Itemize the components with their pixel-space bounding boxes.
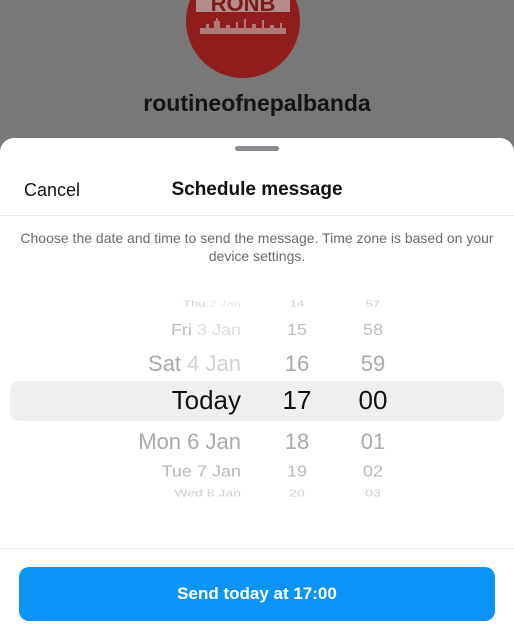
date-option[interactable]: Fri 3 Jan	[60, 322, 241, 340]
minute-option[interactable]: 58	[346, 322, 400, 340]
date-time-picker[interactable]: Thu 2 Jan Fri 3 Jan Sat 4 Jan Today Mon …	[0, 288, 514, 508]
date-option[interactable]: Mon 6 Jan	[60, 429, 241, 455]
date-option[interactable]: Sat 4 Jan	[60, 351, 241, 377]
ronb-logo: RONB	[186, 0, 300, 78]
footer-divider	[0, 548, 514, 549]
hour-option[interactable]: 19	[270, 462, 324, 480]
send-scheduled-button[interactable]: Send today at 17:00	[19, 567, 495, 621]
date-option-selected[interactable]: Today	[60, 385, 241, 416]
date-option[interactable]: Wed 8 Jan	[60, 487, 241, 499]
logo-text: RONB	[210, 0, 276, 16]
hour-option[interactable]: 18	[270, 429, 324, 455]
hour-option[interactable]: 15	[270, 322, 324, 340]
hour-option[interactable]: 16	[270, 351, 324, 377]
date-option[interactable]: Thu 2 Jan	[60, 299, 241, 308]
sheet-description: Choose the date and time to send the mes…	[20, 230, 494, 264]
drag-handle[interactable]	[235, 146, 279, 151]
date-option[interactable]: Tue 7 Jan	[60, 462, 241, 480]
minute-option[interactable]: 03	[346, 487, 400, 499]
minute-option[interactable]: 02	[346, 462, 400, 480]
skyline-icon	[200, 18, 286, 34]
minute-wheel[interactable]: 57 58 59 00 01 02 03	[346, 288, 400, 508]
hour-option[interactable]: 20	[270, 487, 324, 499]
hour-wheel[interactable]: 14 15 16 17 18 19 20	[270, 288, 324, 508]
profile-backdrop: RONB routineofnepalbanda	[0, 0, 514, 150]
hour-option[interactable]: 14	[270, 299, 324, 308]
header-divider	[0, 215, 514, 216]
hour-option-selected[interactable]: 17	[270, 385, 324, 416]
profile-username: routineofnepalbanda	[143, 90, 371, 116]
minute-option-selected[interactable]: 00	[346, 385, 400, 416]
cancel-button[interactable]: Cancel	[24, 180, 80, 201]
minute-option[interactable]: 59	[346, 351, 400, 377]
minute-option[interactable]: 01	[346, 429, 400, 455]
schedule-sheet: Cancel Schedule message Choose the date …	[0, 138, 514, 640]
minute-option[interactable]: 57	[346, 299, 400, 308]
date-wheel[interactable]: Thu 2 Jan Fri 3 Jan Sat 4 Jan Today Mon …	[60, 288, 241, 508]
